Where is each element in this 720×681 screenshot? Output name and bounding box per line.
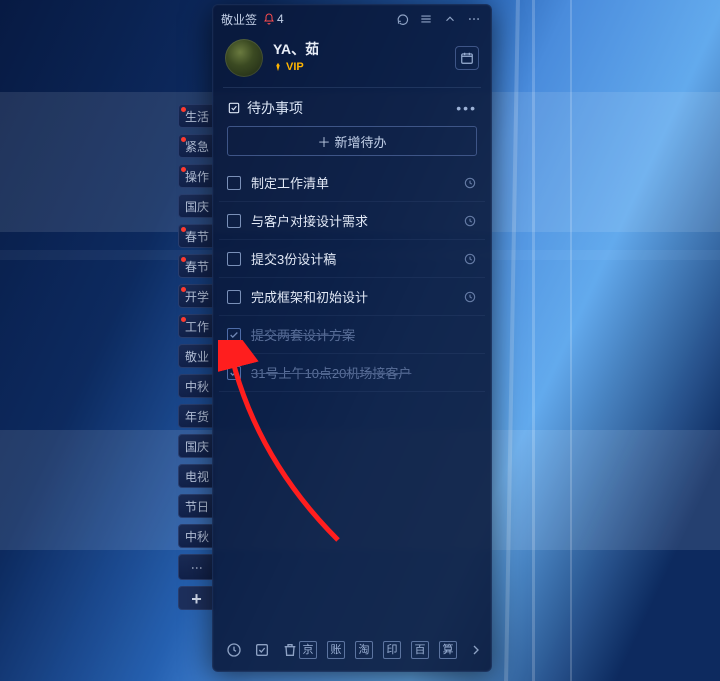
add-todo-label: 新增待办 bbox=[335, 132, 387, 151]
collapse-icon[interactable] bbox=[441, 10, 459, 28]
category-tab[interactable]: 年货 bbox=[178, 404, 214, 428]
shortcut-button[interactable]: 账 bbox=[327, 641, 345, 659]
calendar-button[interactable] bbox=[455, 46, 479, 70]
sync-icon[interactable] bbox=[393, 10, 411, 28]
app-panel: 敬业签 4 YA、茹 VIP bbox=[212, 4, 492, 672]
more-icon[interactable] bbox=[465, 10, 483, 28]
titlebar: 敬业签 4 bbox=[213, 5, 491, 33]
todo-text: 制定工作清单 bbox=[251, 173, 453, 192]
profile-row: YA、茹 VIP bbox=[213, 33, 491, 87]
shortcut-button[interactable]: 算 bbox=[439, 641, 457, 659]
bottom-toolbar: 京账淘印百算 bbox=[213, 631, 491, 671]
category-tab[interactable]: 电视 bbox=[178, 464, 214, 488]
menu-icon[interactable] bbox=[417, 10, 435, 28]
todo-item[interactable]: 31号上午10点20机场接客户 bbox=[219, 354, 485, 392]
category-tab[interactable]: 春节 bbox=[178, 254, 214, 278]
todo-text: 完成框架和初始设计 bbox=[251, 287, 453, 306]
category-tab[interactable]: 中秋 bbox=[178, 524, 214, 548]
add-category-button[interactable]: + bbox=[178, 586, 214, 610]
checklist-icon bbox=[227, 101, 241, 115]
category-tab[interactable]: 操作 bbox=[178, 164, 214, 188]
reminder-icon[interactable] bbox=[463, 290, 477, 304]
category-tab[interactable]: 国庆 bbox=[178, 194, 214, 218]
todo-checkbox[interactable] bbox=[227, 176, 241, 190]
notification-badge[interactable]: 4 bbox=[263, 12, 284, 26]
category-tab[interactable]: 生活 bbox=[178, 104, 214, 128]
calendar-icon bbox=[460, 51, 474, 65]
shortcut-button[interactable]: 淘 bbox=[355, 641, 373, 659]
category-tab[interactable]: 春节 bbox=[178, 224, 214, 248]
section-header: 待办事项 ••• bbox=[213, 88, 491, 126]
shortcut-more-icon[interactable] bbox=[467, 641, 485, 659]
todo-checkbox[interactable] bbox=[227, 328, 241, 342]
app-title: 敬业签 bbox=[221, 11, 257, 28]
todo-text: 提交两套设计方案 bbox=[251, 325, 477, 344]
category-tab[interactable]: 工作 bbox=[178, 314, 214, 338]
todo-checkbox[interactable] bbox=[227, 290, 241, 304]
todo-list: 制定工作清单与客户对接设计需求提交3份设计稿完成框架和初始设计提交两套设计方案 3… bbox=[213, 164, 491, 392]
todo-text: 31号上午10点20机场接客户 bbox=[251, 363, 477, 382]
section-title: 待办事项 bbox=[247, 98, 303, 118]
category-tab[interactable]: 国庆 bbox=[178, 434, 214, 458]
todo-text: 与客户对接设计需求 bbox=[251, 211, 453, 230]
todo-checkbox[interactable] bbox=[227, 214, 241, 228]
todo-item[interactable]: 制定工作清单 bbox=[219, 164, 485, 202]
todo-item[interactable]: 与客户对接设计需求 bbox=[219, 202, 485, 240]
reminder-icon[interactable] bbox=[463, 214, 477, 228]
shortcut-button[interactable]: 京 bbox=[299, 641, 317, 659]
user-name: YA、茹 bbox=[273, 39, 319, 59]
todo-item[interactable]: 提交两套设计方案 bbox=[219, 316, 485, 354]
reminder-icon[interactable] bbox=[463, 252, 477, 266]
add-todo-button[interactable]: ＋ 新增待办 bbox=[227, 126, 477, 156]
notification-count: 4 bbox=[277, 12, 284, 26]
section-more-icon[interactable]: ••• bbox=[456, 100, 477, 116]
reminder-icon[interactable] bbox=[463, 176, 477, 190]
category-tabs: 生活紧急操作国庆春节春节开学工作敬业中秋年货国庆电视节日中秋⋮+ bbox=[178, 104, 214, 610]
category-tab[interactable]: 中秋 bbox=[178, 374, 214, 398]
category-tab[interactable]: 敬业 bbox=[178, 344, 214, 368]
history-icon[interactable] bbox=[225, 641, 243, 659]
todo-item[interactable]: 提交3份设计稿 bbox=[219, 240, 485, 278]
trash-icon[interactable] bbox=[281, 641, 299, 659]
avatar[interactable] bbox=[225, 39, 263, 77]
todo-item[interactable]: 完成框架和初始设计 bbox=[219, 278, 485, 316]
diamond-icon bbox=[273, 62, 283, 72]
completed-icon[interactable] bbox=[253, 641, 271, 659]
category-tab[interactable]: 节日 bbox=[178, 494, 214, 518]
more-categories-button[interactable]: ⋮ bbox=[178, 554, 214, 580]
todo-checkbox[interactable] bbox=[227, 366, 241, 380]
todo-text: 提交3份设计稿 bbox=[251, 249, 453, 268]
category-tab[interactable]: 紧急 bbox=[178, 134, 214, 158]
todo-checkbox[interactable] bbox=[227, 252, 241, 266]
shortcut-button[interactable]: 印 bbox=[383, 641, 401, 659]
category-tab[interactable]: 开学 bbox=[178, 284, 214, 308]
shortcut-button[interactable]: 百 bbox=[411, 641, 429, 659]
bell-icon bbox=[263, 13, 275, 25]
vip-badge: VIP bbox=[273, 61, 304, 73]
plus-icon: ＋ bbox=[317, 132, 330, 151]
